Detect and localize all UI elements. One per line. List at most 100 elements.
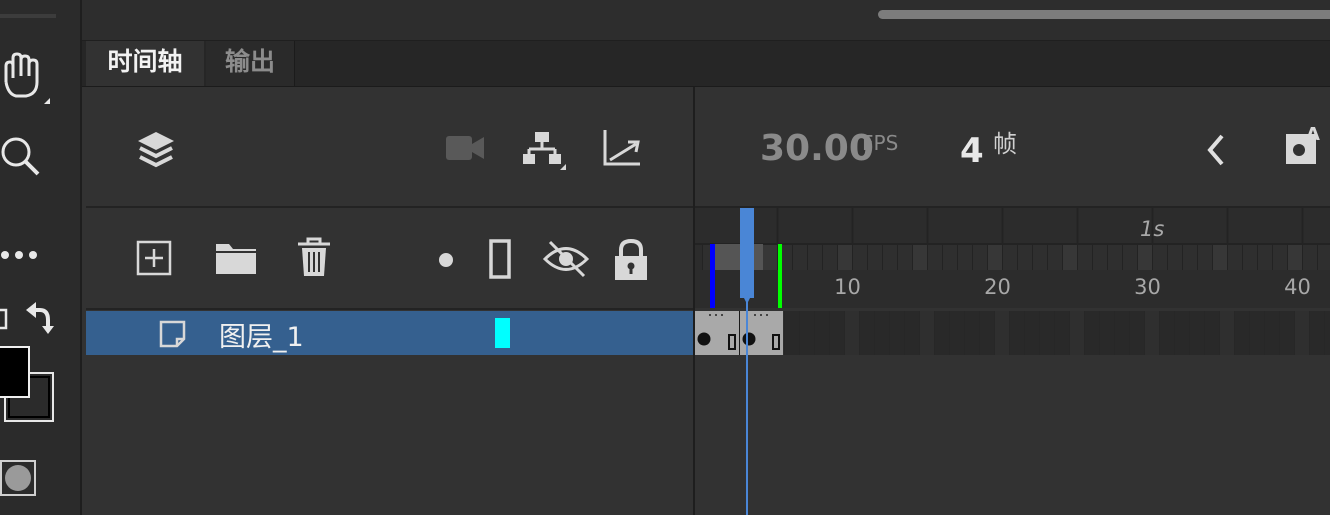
ruler-frame-cell xyxy=(838,244,852,270)
stage-top-area xyxy=(82,0,1330,41)
zoom-tool-icon[interactable] xyxy=(0,132,44,180)
ruler-ticks xyxy=(695,208,1330,308)
playhead-handle[interactable] xyxy=(740,208,754,298)
ruler-frame-cell xyxy=(1213,244,1227,270)
ruler-frame-cell xyxy=(1138,244,1152,270)
stroke-color-swatch[interactable] xyxy=(0,346,30,398)
layers-icon[interactable] xyxy=(134,128,178,172)
tab-timeline[interactable]: 时间轴 xyxy=(86,41,204,86)
track-cell xyxy=(1235,311,1249,355)
ruler-frame-cell xyxy=(988,244,1002,270)
ruler-frame-cell xyxy=(1183,244,1197,270)
track-cell xyxy=(920,311,934,355)
current-frame-value[interactable]: 4 xyxy=(960,131,984,171)
ruler-frame-cell xyxy=(808,244,822,270)
track-cell xyxy=(1085,311,1099,355)
track-cell xyxy=(1055,311,1069,355)
onion-range xyxy=(712,244,763,270)
ruler-frame-cell xyxy=(1003,244,1017,270)
sound-marker xyxy=(721,314,723,316)
track-cell xyxy=(1175,311,1189,355)
track-cell xyxy=(1115,311,1129,355)
ruler-frame-cell xyxy=(928,244,942,270)
ruler-label-10: 10 xyxy=(834,275,861,299)
sound-marker xyxy=(760,314,762,316)
track-cell xyxy=(1160,311,1174,355)
keyframe-dot xyxy=(742,332,756,346)
track-cell xyxy=(1280,311,1294,355)
outline-icon[interactable] xyxy=(488,238,514,280)
ruler-frame-cell xyxy=(1153,244,1167,270)
ruler-frame-cell xyxy=(763,244,777,270)
layer-row[interactable]: 图层_1 xyxy=(86,311,693,355)
track-cell xyxy=(1250,311,1264,355)
ruler-frame-cell xyxy=(1048,244,1062,270)
track-cell xyxy=(1220,311,1234,355)
ruler-label-30: 30 xyxy=(1134,275,1161,299)
track-cell xyxy=(1010,311,1024,355)
ruler-frame-cell xyxy=(1123,244,1137,270)
sound-marker xyxy=(709,314,711,316)
layer-color-swatch[interactable] xyxy=(495,318,510,348)
timeline-ruler[interactable]: 1s 10 20 30 40 xyxy=(695,208,1330,308)
lock-icon[interactable] xyxy=(612,238,650,282)
track-cell xyxy=(1265,311,1279,355)
track-cell xyxy=(1070,311,1084,355)
hand-tool-icon[interactable] xyxy=(0,48,52,106)
fps-value[interactable]: 30.00 xyxy=(760,128,874,169)
fps-label: FPS xyxy=(862,131,899,155)
ruler-frame-cell xyxy=(898,244,912,270)
track-cell xyxy=(1130,311,1144,355)
layer-name[interactable]: 图层_1 xyxy=(219,315,304,354)
track-cell xyxy=(1310,311,1324,355)
delete-icon[interactable] xyxy=(294,236,334,280)
controls-divider xyxy=(86,308,693,310)
object-drawing-icon[interactable] xyxy=(0,460,40,496)
svg-text:A: A xyxy=(1306,124,1320,145)
highlight-dot-icon[interactable] xyxy=(436,250,456,270)
ruler-frame-cell xyxy=(853,244,867,270)
parenting-icon[interactable] xyxy=(522,130,568,172)
ruler-frame-cell xyxy=(1018,244,1032,270)
ruler-frame-cell xyxy=(1093,244,1107,270)
track-cell xyxy=(965,311,979,355)
frame-track[interactable] xyxy=(695,311,1330,355)
chevron-left-icon[interactable] xyxy=(1202,132,1230,168)
ruler-frame-cell xyxy=(1108,244,1122,270)
ruler-frame-cell xyxy=(1198,244,1212,270)
ruler-frame-cell xyxy=(868,244,882,270)
track-cell xyxy=(800,311,814,355)
camera-frame-icon[interactable]: A xyxy=(1284,124,1330,170)
ruler-frame-cell xyxy=(1033,244,1047,270)
horizontal-scrollbar[interactable] xyxy=(878,10,1330,19)
tab-output[interactable]: 输出 xyxy=(206,41,295,86)
visibility-icon[interactable] xyxy=(542,238,590,280)
panel-grip xyxy=(0,14,56,18)
new-folder-icon[interactable] xyxy=(214,240,258,276)
track-cell xyxy=(830,311,844,355)
track-cell xyxy=(815,311,829,355)
ruler-frame-cell xyxy=(1318,244,1330,270)
easing-graph-icon[interactable] xyxy=(602,128,644,168)
second-marker-label: 1s xyxy=(1140,217,1165,241)
sound-marker xyxy=(766,314,768,316)
ruler-label-20: 20 xyxy=(984,275,1011,299)
track-cell xyxy=(845,311,859,355)
new-layer-icon[interactable] xyxy=(136,240,174,276)
more-tools-icon[interactable] xyxy=(0,246,44,264)
swap-colors-icon[interactable] xyxy=(0,300,60,340)
track-cell xyxy=(1190,311,1204,355)
sound-marker xyxy=(715,314,717,316)
track-cell xyxy=(890,311,904,355)
ruler-frame-cell xyxy=(913,244,927,270)
sound-marker xyxy=(754,314,756,316)
ruler-frame-cell xyxy=(1078,244,1092,270)
track-cell xyxy=(950,311,964,355)
track-cell xyxy=(995,311,1009,355)
track-cell xyxy=(1205,311,1219,355)
track-cell xyxy=(1040,311,1054,355)
ruler-frame-cell xyxy=(1288,244,1302,270)
ruler-frame-cell xyxy=(973,244,987,270)
onion-start-marker xyxy=(710,244,715,308)
camera-icon[interactable] xyxy=(444,134,486,164)
